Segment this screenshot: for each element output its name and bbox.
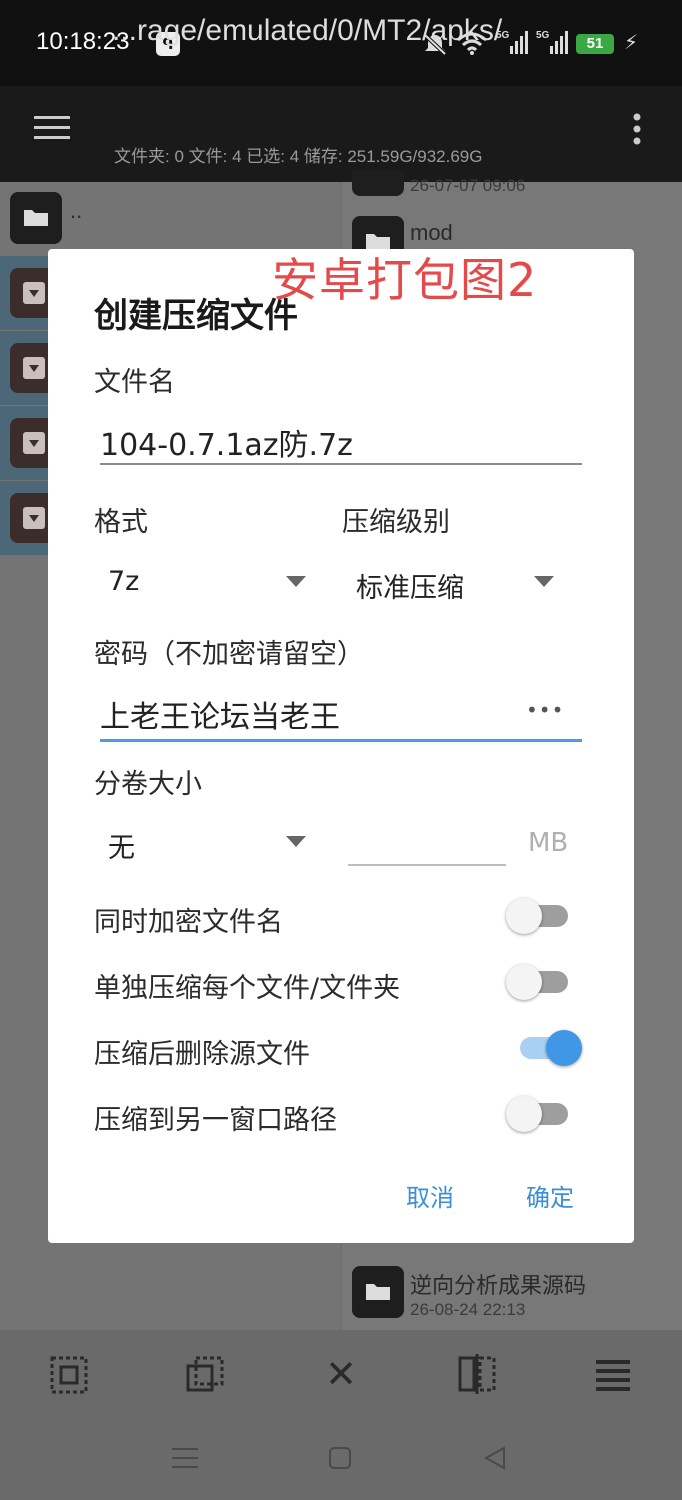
recent-apps-icon[interactable] — [172, 1446, 198, 1470]
compress-other-path-switch[interactable] — [506, 1094, 576, 1134]
volume-dropdown-icon[interactable] — [286, 836, 306, 847]
password-underline — [100, 739, 582, 742]
compress-other-path-label: 压缩到另一窗口路径 — [94, 1105, 337, 1136]
charging-icon: ⚡ — [624, 30, 639, 54]
close-selection-icon[interactable]: ✕ — [316, 1352, 366, 1396]
current-path: ...rage/emulated/0/MT2/apks/ — [112, 14, 503, 47]
filename-underline — [100, 463, 582, 465]
path-info: 文件夹: 0 文件: 4 已选: 4 储存: 251.59G/932.69G — [114, 147, 483, 166]
select-range-icon[interactable] — [186, 1356, 224, 1394]
battery-indicator: 51 — [576, 34, 614, 54]
filename-label: 文件名 — [94, 367, 175, 398]
select-all-icon[interactable] — [50, 1356, 88, 1394]
confirm-button[interactable]: 确定 — [526, 1178, 574, 1213]
volume-unit-label: MB — [528, 828, 569, 858]
level-dropdown-icon[interactable] — [534, 576, 554, 587]
volume-size-input[interactable] — [348, 864, 506, 866]
folder-icon[interactable] — [352, 1266, 404, 1318]
filename-input[interactable]: 104-0.7.1az防.7z — [100, 420, 353, 464]
password-label: 密码（不加密请留空） — [94, 639, 364, 670]
more-options-icon[interactable] — [630, 112, 644, 146]
cancel-button[interactable]: 取消 — [406, 1178, 454, 1213]
invert-selection-icon[interactable] — [458, 1354, 496, 1394]
encrypt-filenames-label: 同时加密文件名 — [94, 907, 283, 938]
compress-each-label: 单独压缩每个文件/文件夹 — [94, 973, 401, 1004]
format-dropdown-icon[interactable] — [286, 576, 306, 587]
parent-folder-label: .. — [70, 198, 83, 223]
folder-date: 26-08-24 22:13 — [410, 1300, 526, 1319]
top-toolbar — [0, 86, 682, 182]
menu-icon[interactable] — [34, 114, 72, 142]
back-icon[interactable] — [482, 1446, 506, 1470]
compression-level-select[interactable]: 标准压缩 — [356, 566, 464, 605]
format-select[interactable]: 7z — [108, 566, 139, 597]
home-icon[interactable] — [328, 1446, 352, 1470]
dialog-title: 创建压缩文件 — [94, 296, 298, 336]
format-label: 格式 — [94, 507, 148, 538]
mod-folder-label: mod — [410, 220, 453, 245]
parent-folder-icon[interactable] — [10, 192, 62, 244]
watermark-text: 安卓打包图2 — [272, 253, 538, 307]
volume-size-select[interactable]: 无 — [108, 826, 135, 865]
delete-source-label: 压缩后删除源文件 — [94, 1039, 310, 1070]
list-select-icon[interactable] — [594, 1356, 632, 1394]
password-input[interactable]: 上老王论坛当老王 — [100, 692, 340, 736]
signal-5g-icon-2: 5G — [536, 30, 568, 54]
svg-text:5G: 5G — [536, 30, 550, 41]
folder-name: 逆向分析成果源码 — [410, 1273, 587, 1298]
encrypt-filenames-switch[interactable] — [506, 896, 576, 936]
delete-source-switch[interactable] — [506, 1028, 586, 1068]
volume-size-label: 分卷大小 — [94, 769, 202, 800]
folder-icon — [352, 170, 404, 196]
compression-level-label: 压缩级别 — [342, 507, 450, 538]
password-visibility-icon[interactable]: ••• — [526, 698, 564, 722]
compress-each-switch[interactable] — [506, 962, 576, 1002]
folder-date: 26-07-07 09:06 — [410, 176, 526, 195]
